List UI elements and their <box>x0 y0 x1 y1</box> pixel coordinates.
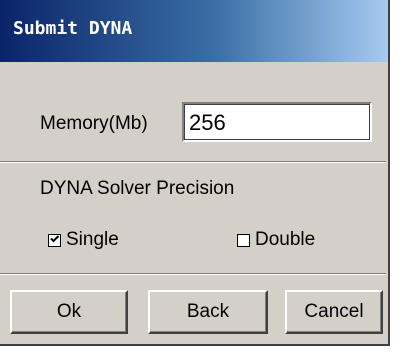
divider <box>0 273 386 275</box>
single-checkbox[interactable] <box>48 233 61 247</box>
cancel-button[interactable]: Cancel <box>285 290 383 334</box>
precision-label: DYNA Solver Precision <box>40 178 235 199</box>
checkmark-icon <box>50 234 60 242</box>
single-checkbox-option[interactable]: Single <box>48 229 119 251</box>
divider <box>0 161 386 163</box>
single-label: Single <box>66 229 119 250</box>
memory-label: Memory(Mb) <box>40 113 148 134</box>
double-checkbox[interactable] <box>237 233 250 247</box>
memory-input[interactable]: 256 <box>182 102 372 142</box>
submit-dyna-dialog: Submit DYNA Memory(Mb) 256 DYNA Solver P… <box>0 0 390 346</box>
double-label: Double <box>255 229 316 250</box>
title-bar[interactable]: Submit DYNA <box>0 0 388 62</box>
ok-button[interactable]: Ok <box>10 290 128 334</box>
window-title: Submit DYNA <box>13 18 133 39</box>
double-checkbox-option[interactable]: Double <box>237 229 315 251</box>
back-button[interactable]: Back <box>148 290 268 334</box>
